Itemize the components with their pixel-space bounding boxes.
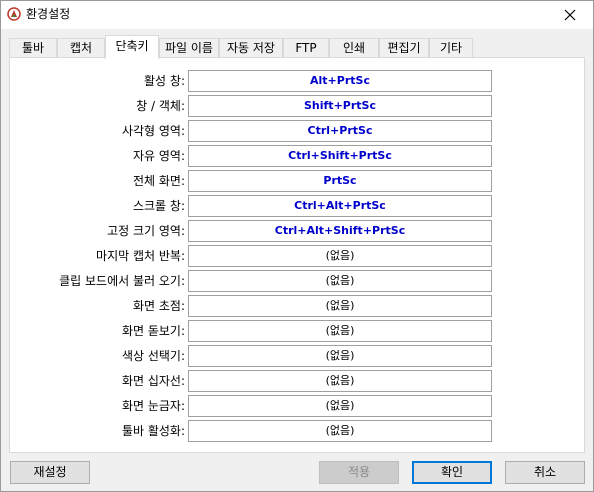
shortcut-field[interactable]: (없음) [188, 395, 492, 417]
shortcut-field[interactable]: Ctrl+Alt+PrtSc [188, 195, 492, 217]
shortcut-label: 툴바 활성화: [121, 424, 185, 438]
shortcut-row-active-window: 활성 창: Alt+PrtSc [10, 70, 586, 92]
shortcut-field[interactable]: (없음) [188, 420, 492, 442]
shortcut-label: 화면 돋보기: [121, 324, 185, 338]
shortcut-label: 화면 초점: [132, 299, 185, 313]
shortcut-row-rectangle: 사각형 영역: Ctrl+PrtSc [10, 120, 586, 142]
shortcut-field[interactable]: (없음) [188, 370, 492, 392]
shortcut-field[interactable]: (없음) [188, 295, 492, 317]
shortcut-row-load-clipboard: 클립 보드에서 불러 오기: (없음) [10, 270, 586, 292]
shortcut-field[interactable]: (없음) [188, 320, 492, 342]
shortcut-row-window-object: 창 / 객체: Shift+PrtSc [10, 95, 586, 117]
shortcut-label: 화면 눈금자: [121, 399, 185, 413]
tab-shortcuts[interactable]: 단축키 [105, 35, 159, 59]
title-bar: 환경설정 [1, 1, 593, 29]
shortcut-label: 마지막 캡처 반복: [96, 249, 185, 263]
shortcut-field[interactable]: Alt+PrtSc [188, 70, 492, 92]
tab-capture[interactable]: 캡처 [57, 38, 105, 58]
shortcut-row-freehand: 자유 영역: Ctrl+Shift+PrtSc [10, 145, 586, 167]
shortcut-field[interactable]: (없음) [188, 270, 492, 292]
tab-file-name[interactable]: 파일 이름 [159, 38, 219, 58]
shortcut-label: 자유 영역: [132, 149, 185, 163]
close-button[interactable] [547, 1, 593, 29]
shortcut-label: 사각형 영역: [121, 124, 185, 138]
ok-button[interactable]: 확인 [412, 461, 492, 484]
preferences-window: 환경설정 툴바 캡처 단축키 파일 이름 자동 저장 FTP 인쇄 편집기 기타… [0, 0, 594, 492]
shortcut-field[interactable]: (없음) [188, 245, 492, 267]
close-icon [564, 9, 576, 21]
apply-button[interactable]: 적용 [319, 461, 399, 484]
shortcuts-panel: 활성 창: Alt+PrtSc 창 / 객체: Shift+PrtSc 사각형 … [9, 57, 585, 453]
shortcut-row-full-screen: 전체 화면: PrtSc [10, 170, 586, 192]
shortcut-row-ruler: 화면 눈금자: (없음) [10, 395, 586, 417]
shortcut-label: 화면 십자선: [121, 374, 185, 388]
window-title: 환경설정 [26, 7, 71, 21]
shortcut-row-fixed-size: 고정 크기 영역: Ctrl+Alt+Shift+PrtSc [10, 220, 586, 242]
tab-editor[interactable]: 편집기 [379, 38, 429, 58]
shortcut-label: 색상 선택기: [121, 349, 185, 363]
shortcut-field[interactable]: (없음) [188, 345, 492, 367]
shortcut-row-scroll-window: 스크롤 창: Ctrl+Alt+PrtSc [10, 195, 586, 217]
shortcut-label: 고정 크기 영역: [107, 224, 185, 238]
shortcut-label: 클립 보드에서 불러 오기: [59, 274, 185, 288]
shortcut-row-color-picker: 색상 선택기: (없음) [10, 345, 586, 367]
shortcut-label: 창 / 객체: [136, 99, 185, 113]
app-logo-icon [7, 7, 21, 21]
tab-strip: 툴바 캡처 단축키 파일 이름 자동 저장 FTP 인쇄 편집기 기타 [9, 35, 479, 59]
shortcut-label: 스크롤 창: [132, 199, 185, 213]
shortcut-field[interactable]: Ctrl+PrtSc [188, 120, 492, 142]
shortcut-row-crosshair: 화면 십자선: (없음) [10, 370, 586, 392]
shortcut-row-magnifier: 화면 돋보기: (없음) [10, 320, 586, 342]
tab-misc[interactable]: 기타 [429, 38, 473, 58]
tab-auto-save[interactable]: 자동 저장 [219, 38, 283, 58]
shortcut-row-screen-focus: 화면 초점: (없음) [10, 295, 586, 317]
shortcut-field[interactable]: Shift+PrtSc [188, 95, 492, 117]
shortcut-row-toolbar-activate: 툴바 활성화: (없음) [10, 420, 586, 442]
shortcut-label: 전체 화면: [132, 174, 185, 188]
reset-button[interactable]: 재설정 [10, 461, 90, 484]
tab-print[interactable]: 인쇄 [329, 38, 379, 58]
cancel-button[interactable]: 취소 [505, 461, 585, 484]
tab-toolbar[interactable]: 툴바 [9, 38, 57, 58]
shortcut-field[interactable]: Ctrl+Alt+Shift+PrtSc [188, 220, 492, 242]
shortcut-field[interactable]: PrtSc [188, 170, 492, 192]
shortcut-field[interactable]: Ctrl+Shift+PrtSc [188, 145, 492, 167]
shortcut-row-repeat-last: 마지막 캡처 반복: (없음) [10, 245, 586, 267]
shortcut-label: 활성 창: [144, 74, 185, 88]
tab-ftp[interactable]: FTP [283, 38, 329, 58]
